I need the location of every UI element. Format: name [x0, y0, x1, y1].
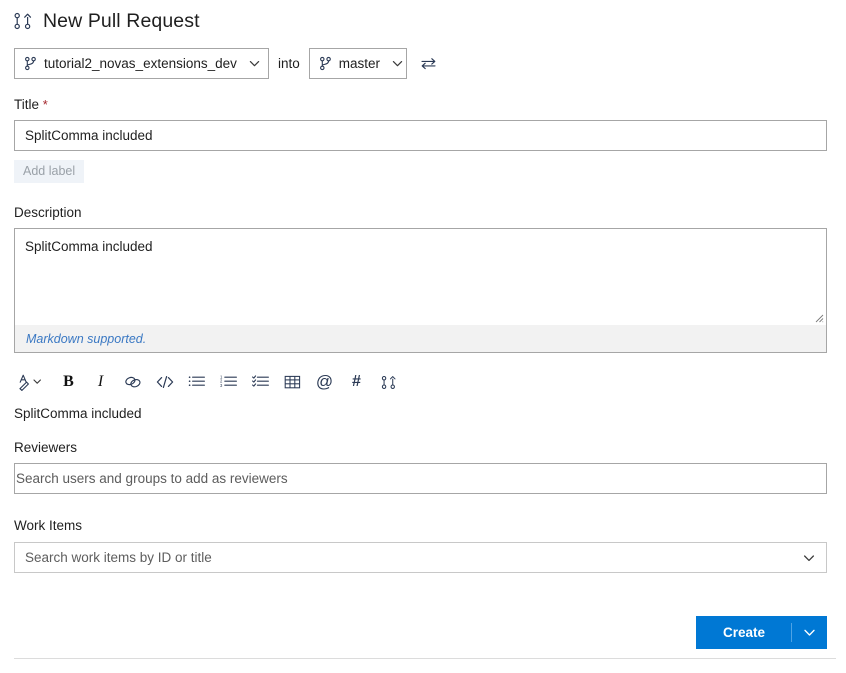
- description-label: Description: [14, 205, 82, 220]
- bullet-list-icon[interactable]: [183, 369, 210, 395]
- page-header: New Pull Request: [0, 0, 846, 34]
- reviewers-label: Reviewers: [14, 440, 78, 455]
- git-branch-icon: [24, 56, 37, 71]
- numbered-list-icon[interactable]: 1 2 3: [215, 369, 242, 395]
- title-field-group: Title * Add label: [0, 97, 846, 183]
- description-preview-text: SplitComma included: [14, 406, 142, 421]
- svg-text:3: 3: [220, 382, 223, 387]
- description-box: Markdown supported.: [14, 228, 827, 353]
- code-icon[interactable]: [151, 369, 178, 395]
- add-label-button[interactable]: Add label: [14, 160, 85, 183]
- title-label: Title *: [0, 97, 846, 113]
- bold-icon[interactable]: B: [55, 369, 82, 395]
- description-textarea-holder: [15, 229, 826, 325]
- title-required-marker: *: [42, 97, 48, 112]
- git-branch-icon: [319, 56, 332, 71]
- bottom-divider: [14, 658, 836, 659]
- markdown-toolbar: B I 1 2 3 @ #: [14, 368, 846, 396]
- work-items-field-group: Work Items: [0, 518, 846, 573]
- source-branch-select[interactable]: tutorial2_novas_extensions_dev: [14, 48, 269, 79]
- branch-selector-row: tutorial2_novas_extensions_dev into mast…: [0, 47, 846, 80]
- italic-icon[interactable]: I: [87, 369, 114, 395]
- table-icon[interactable]: [279, 369, 306, 395]
- work-items-label: Work Items: [14, 518, 83, 533]
- reviewers-field-group: Reviewers: [0, 440, 846, 494]
- create-button-group[interactable]: Create: [695, 616, 827, 649]
- reviewers-input[interactable]: [14, 463, 827, 494]
- title-label-text: Title: [14, 97, 40, 112]
- actions-row: Create: [0, 616, 846, 649]
- create-dropdown-toggle[interactable]: [792, 616, 827, 649]
- title-input[interactable]: [14, 120, 827, 151]
- description-field-group: Description Markdown supported.: [0, 205, 846, 353]
- font-color-icon[interactable]: [14, 369, 50, 395]
- chevron-down-icon: [387, 57, 404, 70]
- markdown-supported-link[interactable]: Markdown supported.: [26, 332, 146, 346]
- page-title: New Pull Request: [43, 10, 200, 32]
- work-items-combobox[interactable]: [14, 542, 827, 573]
- task-list-icon[interactable]: [247, 369, 274, 395]
- link-icon[interactable]: [119, 369, 146, 395]
- source-branch-name: tutorial2_novas_extensions_dev: [44, 56, 237, 71]
- pull-request-icon: [13, 11, 33, 31]
- target-branch-name: master: [338, 56, 381, 71]
- description-textarea[interactable]: [15, 229, 826, 325]
- hash-icon[interactable]: #: [343, 369, 370, 395]
- target-branch-select[interactable]: master: [308, 48, 407, 79]
- work-items-input[interactable]: [15, 542, 792, 573]
- into-label: into: [278, 56, 300, 71]
- pull-request-link-icon[interactable]: [375, 369, 402, 395]
- create-button[interactable]: Create: [696, 616, 791, 649]
- swap-branches-button[interactable]: [418, 53, 440, 75]
- mention-icon[interactable]: @: [311, 369, 338, 395]
- markdown-note-bar: Markdown supported.: [15, 325, 826, 352]
- chevron-down-icon: [244, 57, 261, 70]
- chevron-down-icon[interactable]: [792, 543, 826, 572]
